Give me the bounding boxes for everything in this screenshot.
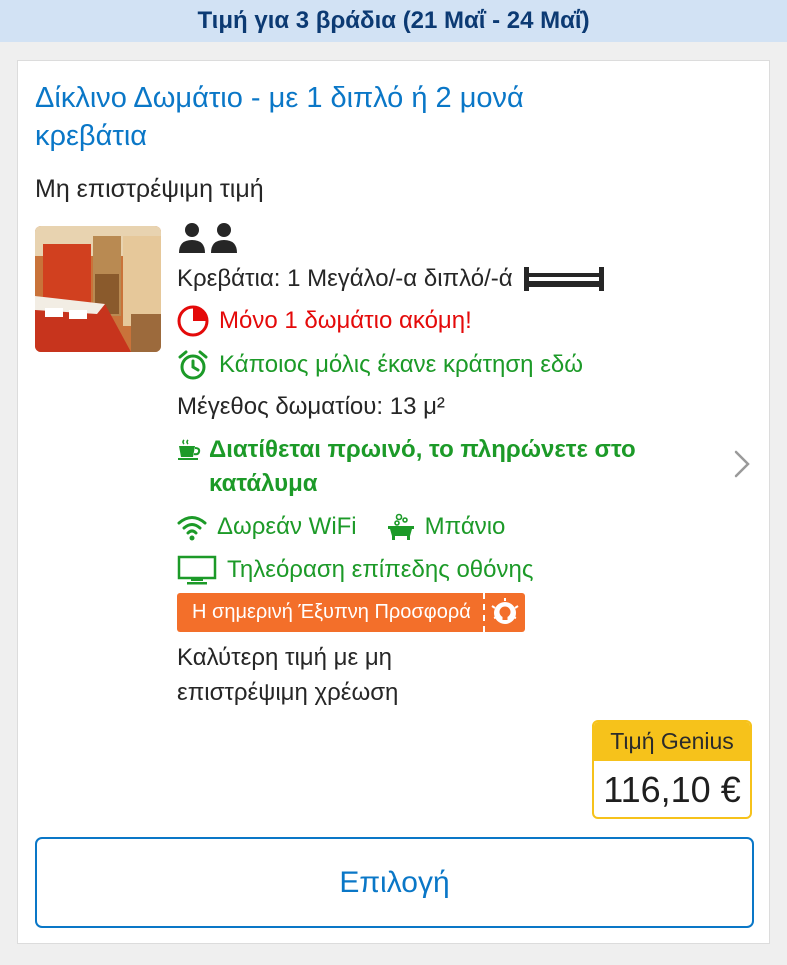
bath-text: Μπάνιο xyxy=(424,513,506,540)
wifi-icon xyxy=(177,513,207,541)
deal-badge-wrapper: Η σημερινή Έξυπνη Προσφορά xyxy=(177,593,717,632)
bed-info-row: Κρεβάτια: 1 Μεγάλο/-α διπλό/-ά xyxy=(177,265,717,293)
occupancy xyxy=(177,221,717,261)
breakfast-row: Διατίθεται πρωινό, το πληρώνετε στο κατά… xyxy=(177,433,717,501)
genius-price-box: Τιμή Genius 116,10 € xyxy=(592,720,752,819)
recent-booking-row: Κάποιος μόλις έκανε κράτηση εδώ xyxy=(177,349,717,381)
smart-deal-text: Η σημερινή Έξυπνη Προσφορά xyxy=(192,601,471,623)
refund-policy: Μη επιστρέψιμη τιμή xyxy=(35,175,264,203)
smart-deal-badge: Η σημερινή Έξυπνη Προσφορά xyxy=(177,593,525,632)
genius-price-label: Τιμή Genius xyxy=(594,722,750,761)
chevron-right-icon[interactable] xyxy=(732,449,752,479)
scarcity-row: Μόνο 1 δωμάτιο ακόμη! xyxy=(177,305,717,337)
facilities-row: Δωρεάν WiFi Μπάνιο xyxy=(177,513,717,541)
lightbulb-icon xyxy=(482,593,525,632)
price-period-banner: Τιμή για 3 βράδια (21 Μαΐ - 24 Μαΐ) xyxy=(0,0,787,42)
room-photo[interactable] xyxy=(35,226,161,352)
tv-text: Τηλεόραση επίπεδης οθόνης xyxy=(227,556,534,583)
double-bed-icon xyxy=(523,265,605,293)
scarcity-text: Μόνο 1 δωμάτιο ακόμη! xyxy=(219,307,472,334)
price-amount: 116,10 € xyxy=(603,769,741,810)
bed-info: Κρεβάτια: 1 Μεγάλο/-α διπλό/-ά xyxy=(177,265,513,292)
deal-note: Καλύτερη τιμή με μη επιστρέψιμη χρέωση xyxy=(177,644,399,706)
select-button[interactable]: Επιλογή xyxy=(35,837,754,928)
coffee-cup-icon xyxy=(177,439,201,461)
breakfast-text: Διατίθεται πρωινό, το πληρώνετε στο κατά… xyxy=(209,436,636,497)
room-title[interactable]: Δίκλινο Δωμάτιο - με 1 διπλό ή 2 μονά κρ… xyxy=(35,79,555,155)
tv-row: Τηλεόραση επίπεδης οθόνης xyxy=(177,555,717,585)
two-persons-icon xyxy=(177,221,241,262)
room-details: Κρεβάτια: 1 Μεγάλο/-α διπλό/-ά Μόνο 1 δω… xyxy=(177,221,717,710)
pie-clock-icon xyxy=(177,305,209,337)
room-card[interactable]: Δίκλινο Δωμάτιο - με 1 διπλό ή 2 μονά κρ… xyxy=(17,60,770,944)
bathtub-icon xyxy=(387,513,415,541)
recent-booking-text: Κάποιος μόλις έκανε κράτηση εδώ xyxy=(219,351,583,378)
wifi-text: Δωρεάν WiFi xyxy=(217,513,357,540)
tv-icon xyxy=(177,555,217,585)
price-period-text: Τιμή για 3 βράδια (21 Μαΐ - 24 Μαΐ) xyxy=(197,7,590,34)
room-size-row: Μέγεθος δωματίου: 13 μ² xyxy=(177,393,717,421)
room-size: Μέγεθος δωματίου: 13 μ² xyxy=(177,393,445,420)
alarm-clock-icon xyxy=(177,349,209,381)
